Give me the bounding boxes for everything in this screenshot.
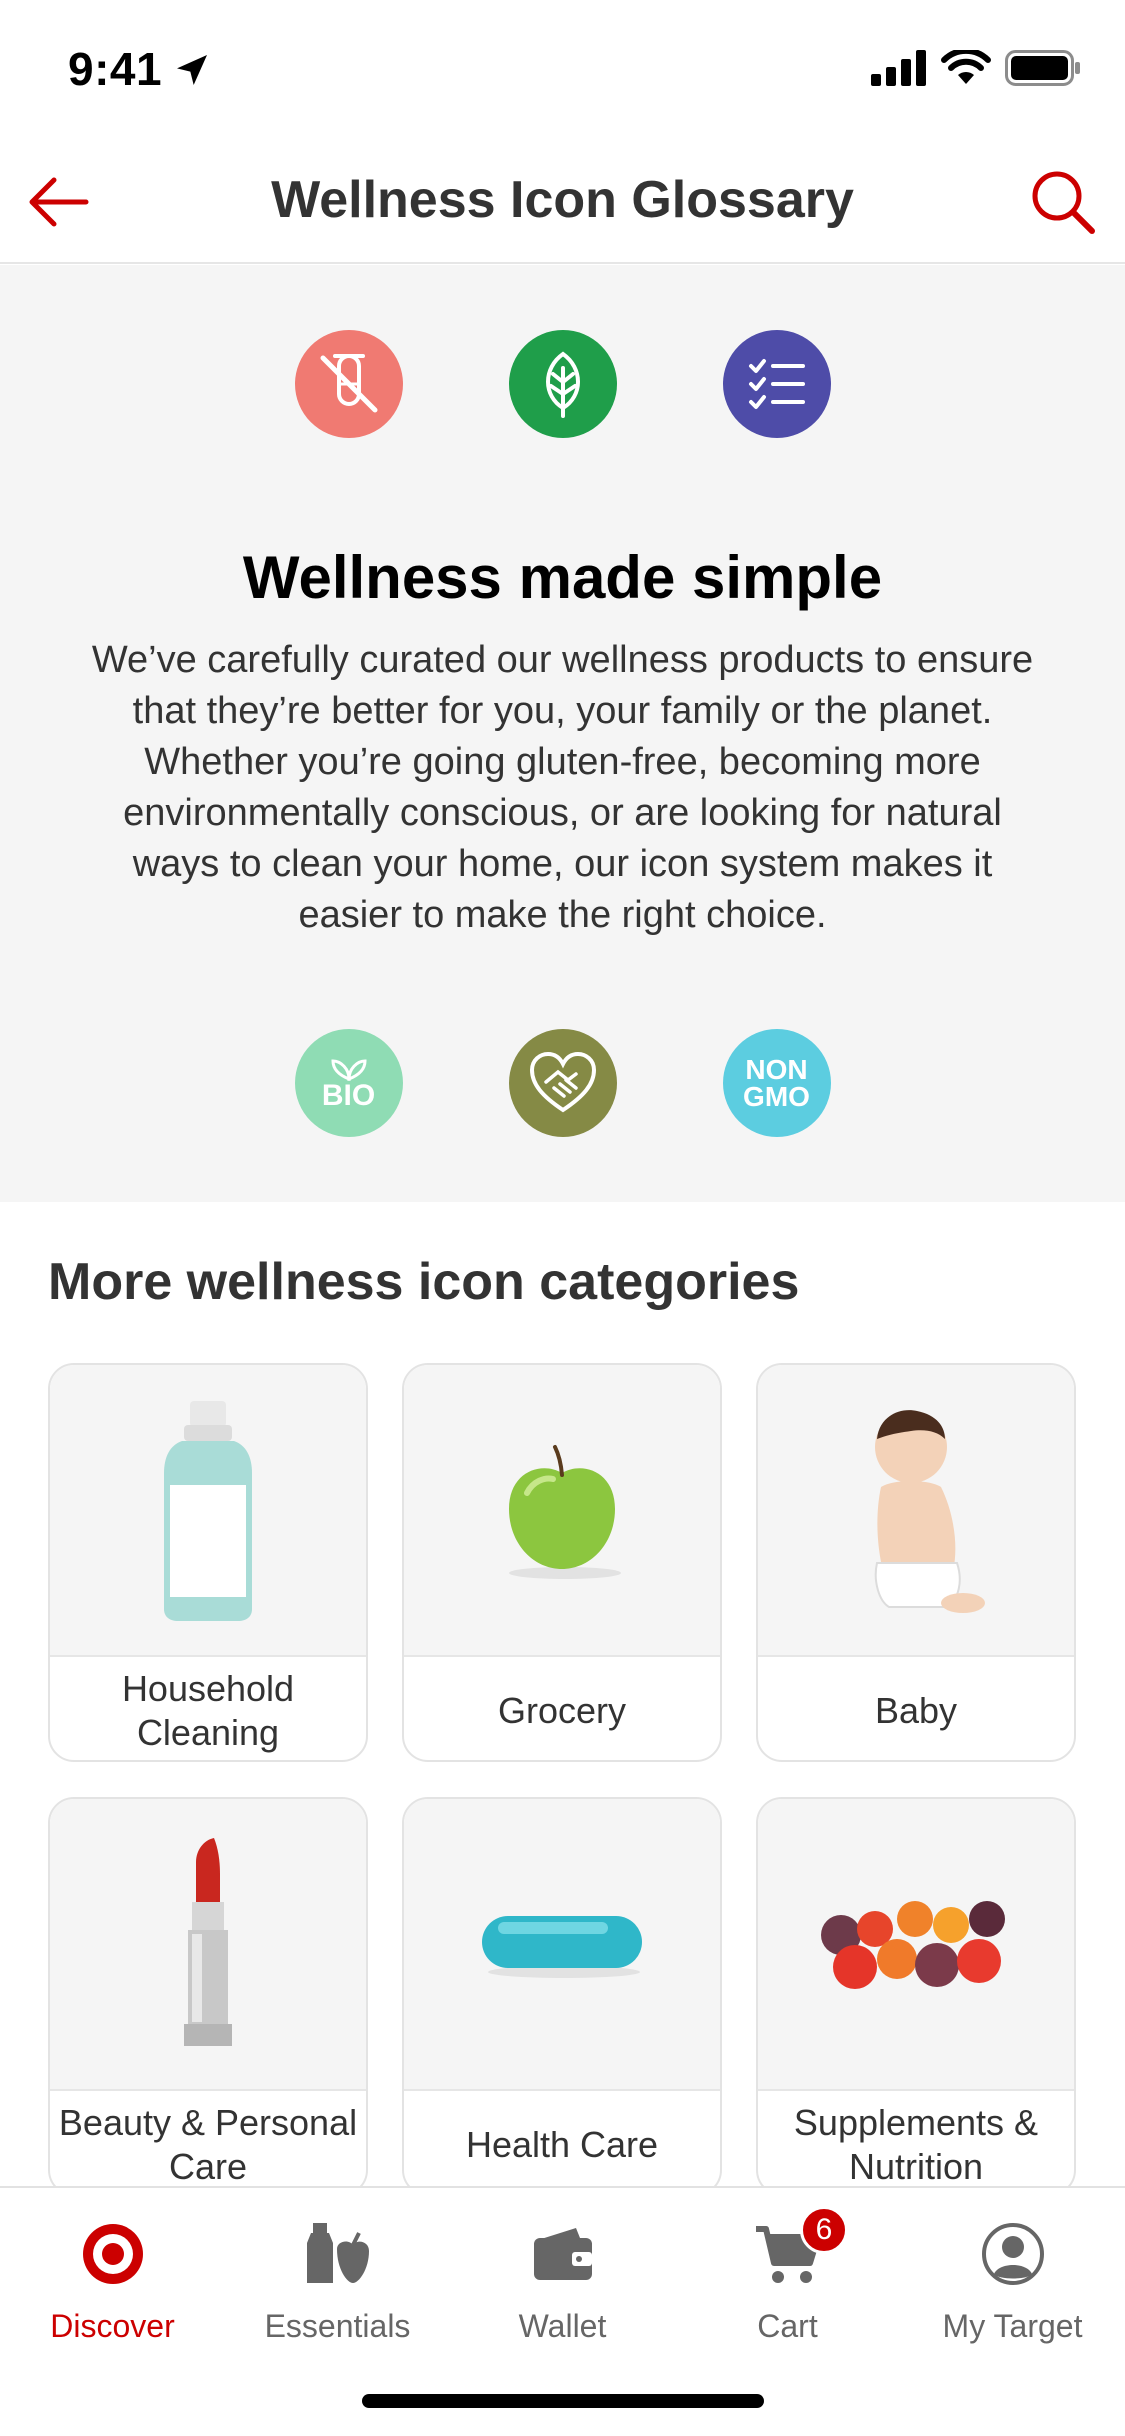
- tab-label: Discover: [50, 2308, 175, 2344]
- baby-icon: [874, 1410, 985, 1613]
- search-icon: [1032, 171, 1095, 234]
- card-label: Beauty & Personal Care: [58, 2101, 358, 2187]
- tab-my-target[interactable]: My Target: [900, 2214, 1125, 2364]
- tab-label: My Target: [942, 2308, 1083, 2344]
- card-label: Grocery: [497, 1689, 627, 1731]
- search-button[interactable]: [1023, 162, 1103, 242]
- no-test-tube-icon: [294, 330, 403, 438]
- apple-icon: [509, 1445, 621, 1579]
- leaf-icon: [508, 330, 617, 438]
- essentials-icon: [306, 2223, 369, 2283]
- profile-icon: [981, 2223, 1044, 2285]
- category-card-grocery[interactable]: Grocery: [402, 1363, 722, 1762]
- location-arrow-icon: [177, 55, 207, 85]
- tab-wallet[interactable]: Wallet: [450, 2214, 675, 2364]
- non-gmo-text-line1: NON: [745, 1054, 808, 1085]
- category-card-household-cleaning[interactable]: Household Cleaning: [48, 1363, 368, 1762]
- card-label: Household Cleaning: [121, 1667, 295, 1753]
- card-label: Baby: [874, 1689, 958, 1731]
- wallet-icon: [533, 2228, 592, 2280]
- tab-label: Essentials: [264, 2308, 411, 2344]
- bio-icon: BIO: [294, 1029, 403, 1137]
- hero-heading: Wellness made simple: [242, 544, 883, 611]
- card-image: [758, 1799, 1074, 2091]
- heart-handshake-icon: [508, 1029, 617, 1137]
- tab-label: Cart: [757, 2308, 818, 2344]
- category-card-beauty-personal-care[interactable]: Beauty & Personal Care: [48, 1797, 368, 2196]
- card-image: [404, 1799, 720, 2091]
- card-image: [758, 1365, 1074, 1657]
- tab-discover[interactable]: Discover: [0, 2214, 225, 2364]
- lipstick-icon: [184, 1838, 232, 2046]
- wellness-icons-bottom: BIO NON GMO: [0, 1029, 1125, 1137]
- non-gmo-icon: NON GMO: [722, 1029, 831, 1137]
- wellness-icons-top: [0, 330, 1125, 438]
- categories-title: More wellness icon categories: [48, 1253, 800, 1311]
- status-indicators: [871, 50, 1081, 86]
- cellular-signal-icon: [871, 50, 926, 86]
- page-title: Wellness Icon Glossary: [271, 171, 854, 229]
- category-card-supplements-nutrition[interactable]: Supplements & Nutrition: [756, 1797, 1076, 2196]
- wifi-icon: [941, 50, 991, 84]
- bio-text: BIO: [321, 1079, 376, 1112]
- tab-label: Wallet: [518, 2308, 607, 2344]
- nav-header: Wellness Icon Glossary: [0, 140, 1125, 264]
- home-indicator: [362, 2394, 764, 2408]
- cleaning-bottle-icon: [164, 1401, 252, 1621]
- card-label: Health Care: [465, 2123, 659, 2165]
- tab-cart[interactable]: 6 Cart: [675, 2206, 900, 2364]
- checklist-icon: [722, 330, 831, 438]
- wellness-hero: Wellness made simple We’ve carefully cur…: [0, 265, 1125, 1202]
- status-time: 9:41: [68, 43, 163, 95]
- tab-essentials[interactable]: Essentials: [225, 2214, 450, 2364]
- gummies-icon: [821, 1901, 1005, 1989]
- non-gmo-text-line2: GMO: [743, 1081, 810, 1112]
- hero-description: We’ve carefully curated our wellness pro…: [91, 639, 1034, 936]
- card-image: [404, 1365, 720, 1657]
- card-label: Supplements & Nutrition: [793, 2101, 1039, 2187]
- target-logo-icon: [82, 2224, 143, 2284]
- cart-count-badge: 6: [800, 2206, 848, 2254]
- capsule-icon: [482, 1916, 642, 1978]
- battery-icon: [1005, 50, 1080, 86]
- card-image: [50, 1365, 366, 1657]
- card-image: [50, 1799, 366, 2091]
- category-card-baby[interactable]: Baby: [756, 1363, 1076, 1762]
- category-card-health-care[interactable]: Health Care: [402, 1797, 722, 2196]
- status-bar: 9:41: [0, 0, 1125, 140]
